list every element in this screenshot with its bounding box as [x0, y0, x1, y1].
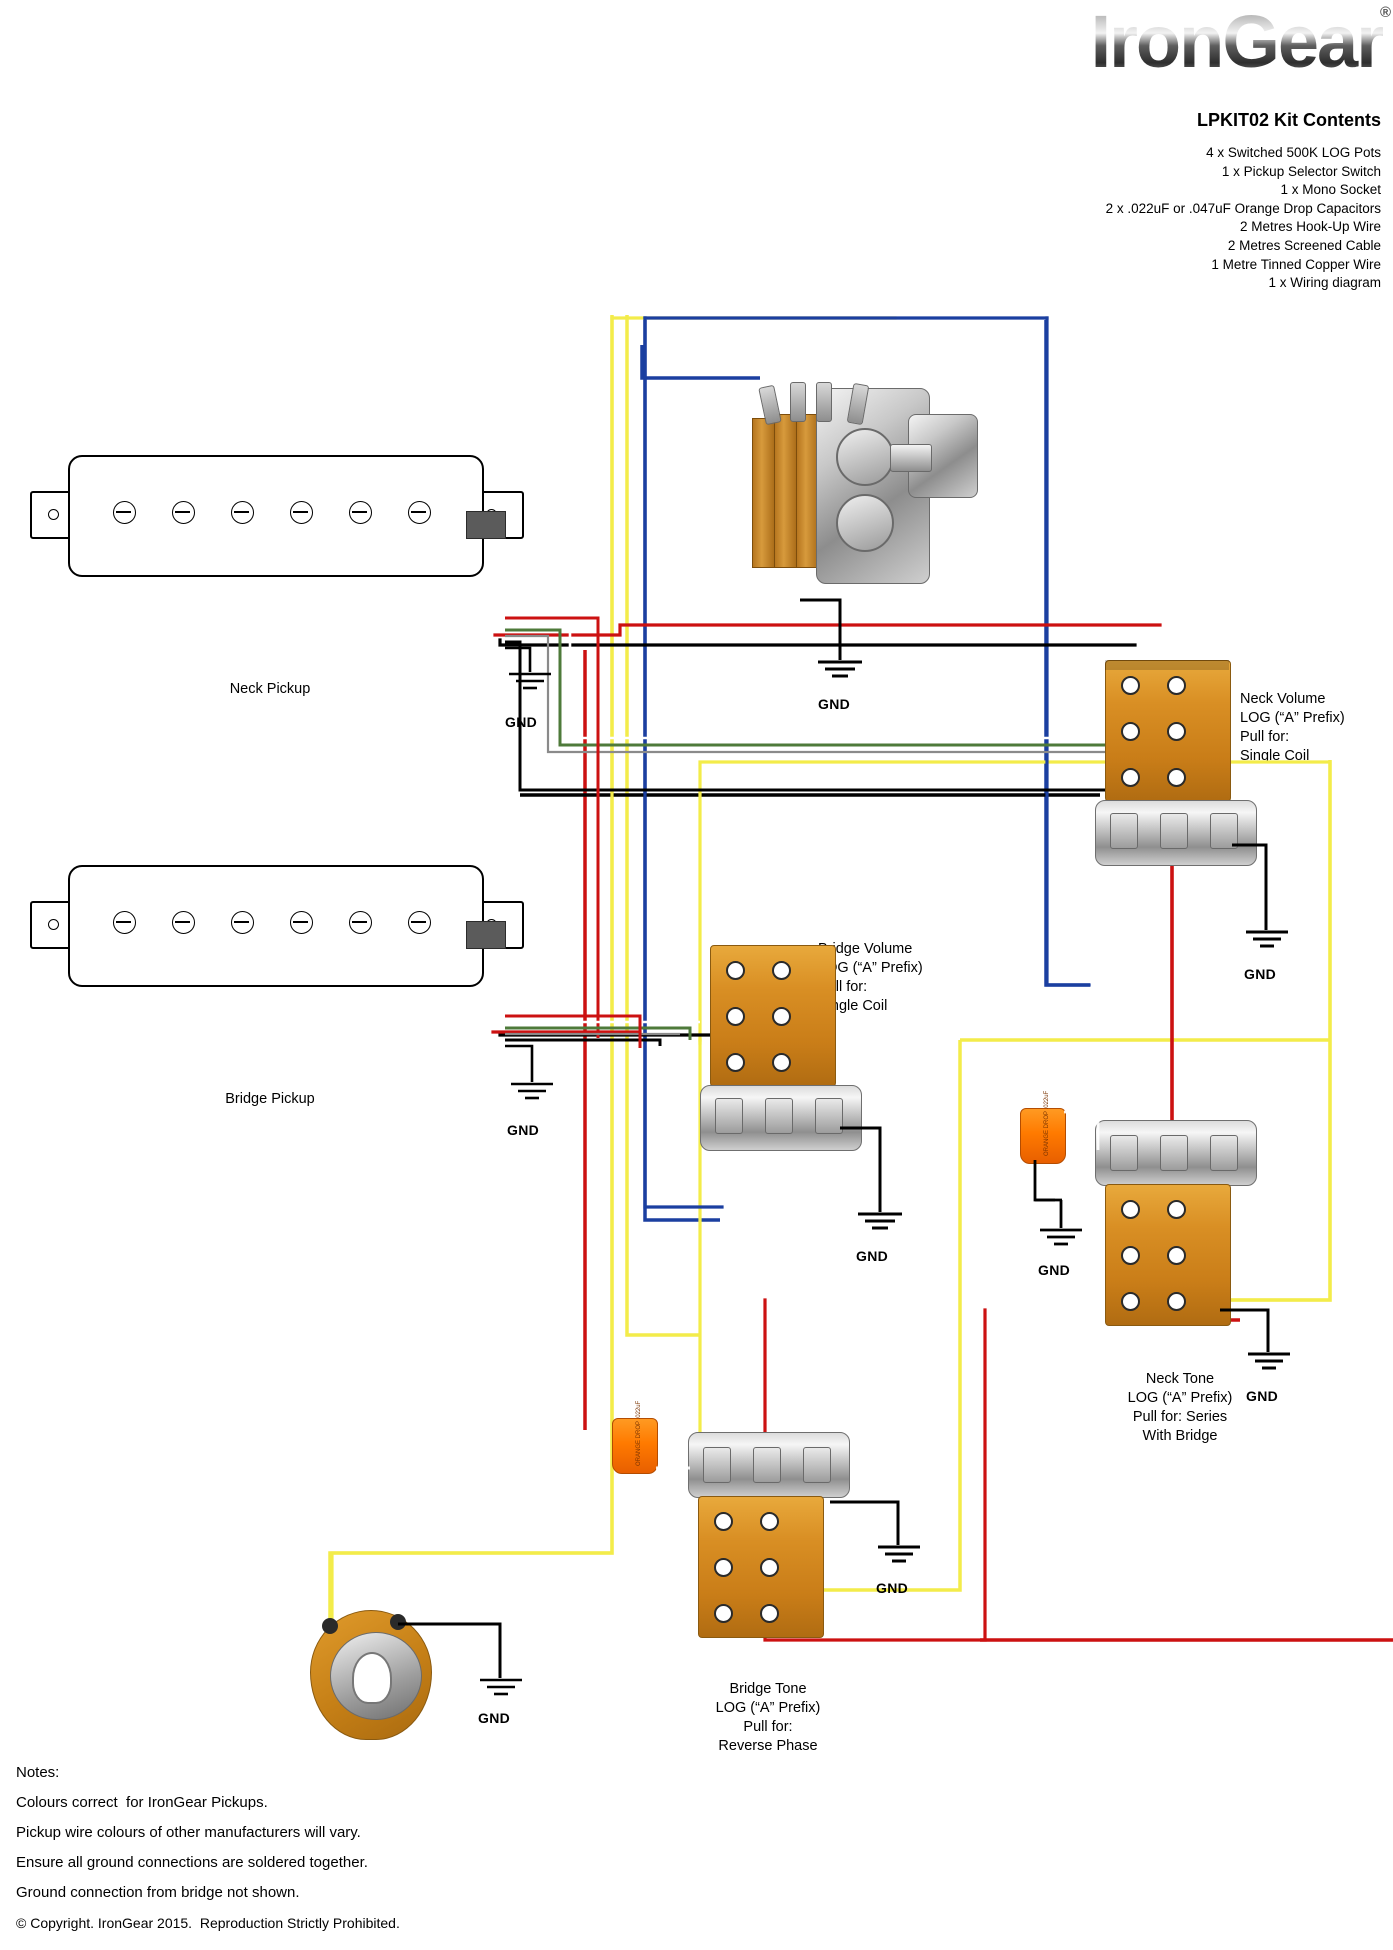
- wiring-diagram-canvas: IronGear ® LPKIT02 Kit Contents 4 x Swit…: [0, 0, 1393, 1950]
- socket-wires: [398, 1622, 522, 1696]
